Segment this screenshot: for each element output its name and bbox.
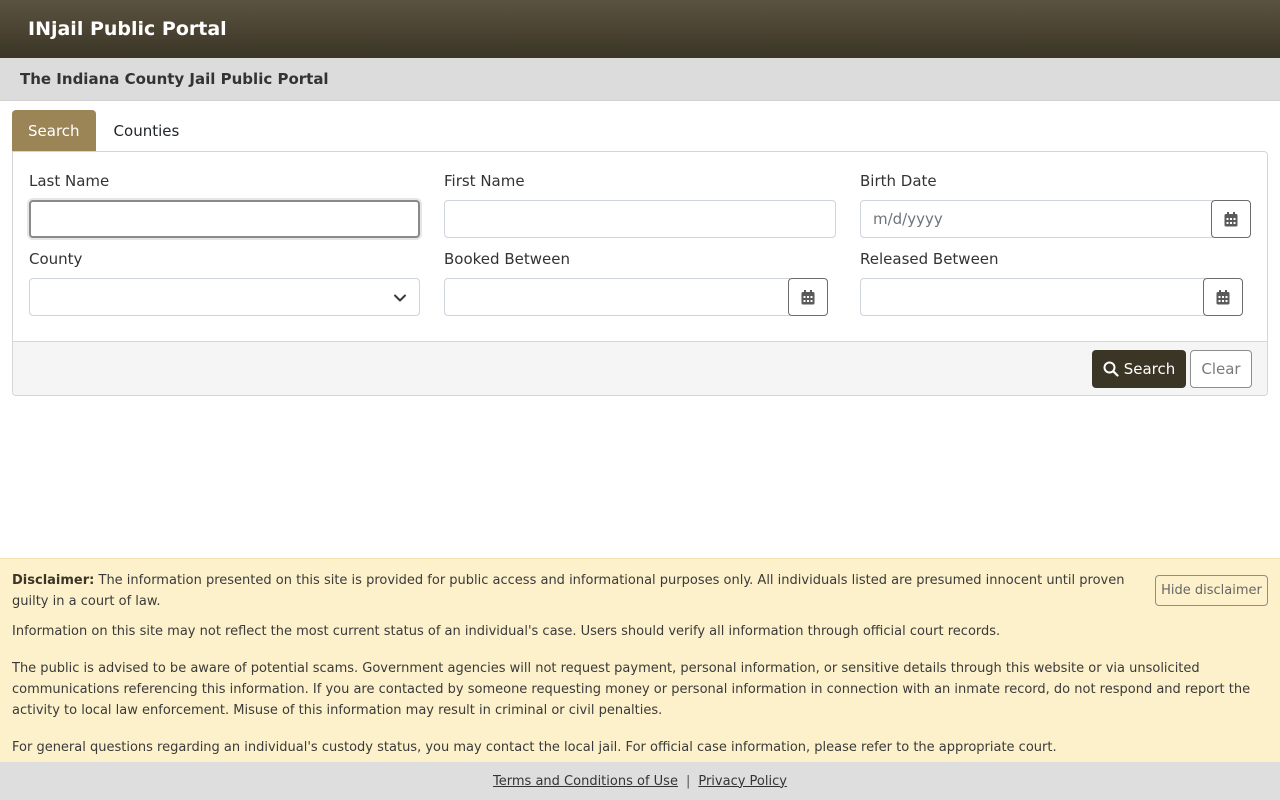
brand-title[interactable]: INjail Public Portal [28,18,227,40]
search-button-label: Search [1123,360,1176,378]
birth-date-input[interactable] [860,200,1213,238]
clear-button[interactable]: Clear [1190,350,1252,388]
released-between-label: Released Between [860,250,999,268]
search-icon [1103,361,1119,377]
sub-header: The Indiana County Jail Public Portal [0,58,1280,101]
disclaimer-heading: Disclaimer: [12,573,95,588]
last-name-input[interactable] [29,200,420,238]
released-between-input[interactable] [860,278,1205,316]
search-form-card: Last Name First Name Birth Date County B… [12,151,1268,396]
disclaimer-paragraph-2: Information on this site may not reflect… [12,624,1001,639]
form-actions: Search Clear [13,341,1267,395]
booked-between-label: Booked Between [444,250,570,268]
booked-between-input[interactable] [444,278,790,316]
page-footer: Terms and Conditions of Use | Privacy Po… [0,762,1280,800]
released-between-calendar-button[interactable] [1203,278,1243,316]
tab-search[interactable]: Search [12,110,96,151]
terms-link[interactable]: Terms and Conditions of Use [493,774,678,789]
disclaimer-paragraph-3: The public is advised to be aware of pot… [12,661,1251,718]
page-subtitle: The Indiana County Jail Public Portal [20,70,329,88]
county-label: County [29,250,83,268]
county-select[interactable] [29,278,420,316]
booked-between-calendar-button[interactable] [788,278,828,316]
calendar-icon [801,289,815,304]
calendar-icon [1216,289,1230,304]
chevron-down-icon [394,294,406,302]
birth-date-label: Birth Date [860,172,937,190]
footer-separator: | [685,773,691,789]
disclaimer-paragraph-1: Disclaimer: The information presented on… [12,570,1137,612]
calendar-icon [1224,211,1238,226]
first-name-input[interactable] [444,200,836,238]
first-name-label: First Name [444,172,525,190]
birth-date-calendar-button[interactable] [1211,200,1251,238]
hide-disclaimer-button[interactable]: Hide disclaimer [1155,575,1268,606]
top-navbar: INjail Public Portal [0,0,1280,58]
tab-counties[interactable]: Counties [98,110,196,151]
last-name-label: Last Name [29,172,110,190]
search-button[interactable]: Search [1092,350,1186,388]
disclaimer-text-1: The information presented on this site i… [12,573,1125,609]
tab-bar: Search Counties [12,110,195,151]
disclaimer-panel: Disclaimer: The information presented on… [0,558,1280,762]
disclaimer-paragraph-4: For general questions regarding an indiv… [12,740,1057,755]
privacy-link[interactable]: Privacy Policy [698,774,787,789]
